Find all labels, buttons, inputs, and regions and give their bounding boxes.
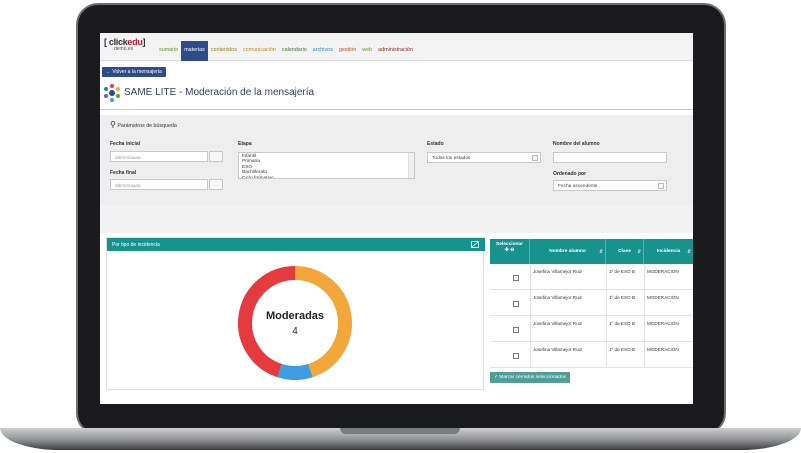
nav-item-3[interactable]: comunicación [240,41,279,61]
donut-center-value: 4 [292,326,298,337]
logo-suffix: ] [142,37,146,47]
nav-item-5[interactable]: archivos [310,41,336,61]
back-button-label: Volver a la mensajería [112,69,162,75]
estado-select[interactable]: Todos los estados [427,152,541,163]
nav-item-0[interactable]: sumario [156,41,181,61]
donut-segment-1[interactable] [277,363,313,380]
donut-center-label: Moderadas [265,310,325,322]
estado-value: Todos los estados [432,156,471,161]
select-all-icons[interactable]: ✚ ⊖ [490,247,529,253]
nav-item-1[interactable]: materias [181,41,208,61]
nav-item-2[interactable]: contenidos [208,41,240,61]
mark-closed-button[interactable]: ✓ Marcar cerrados seleccionados [490,372,571,383]
laptop-stage: [ clickedu] demo.es sumario materias conte… [0,0,801,453]
column-divider [530,264,531,368]
fecha-inicial-label: Fecha inicial [110,141,141,147]
header-divider [100,109,693,110]
screen: [ clickedu] demo.es sumario materias conte… [100,33,693,404]
back-to-messaging-button[interactable]: ← Volver a la mensajería [102,67,166,77]
laptop-notch [340,428,460,434]
cell-incidencia: MODERACIÓN [647,347,679,352]
column-divider [606,264,607,368]
header-clase-label: Clase [618,249,631,254]
table-row: Josefina Villamejor Ruiz 1º de ESO B MODER… [490,290,693,316]
header-clase[interactable]: Clase ⇵ [606,239,644,264]
estado-label: Estado [427,141,444,147]
sort-icon: ⇵ [637,249,641,254]
filters-footer [100,205,693,233]
search-parameters-label: Parámetros de búsqueda [117,123,177,129]
table-row: Josefina Villamejor Ruiz 1º de ESO B MODER… [490,264,693,290]
calendar-icon[interactable] [209,179,223,190]
etapa-label: Etapa [238,141,252,147]
sort-icon: ⇵ [687,249,691,254]
row-checkbox[interactable] [513,301,519,307]
nav-item-7[interactable]: web [359,41,375,61]
row-checkbox[interactable] [513,327,519,333]
incidents-table: Seleccionar ✚ ⊖ Nombre alumno ⇵ Clase ⇵ In… [490,239,693,369]
table-row: Josefina Villamejor Ruiz 1º de ESO B MODER… [490,316,693,342]
nav-item-4[interactable]: calendario [279,41,310,61]
row-checkbox[interactable] [513,275,519,281]
search-zoom-icon: ⚲ [110,120,116,129]
chevron-down-icon [658,183,664,189]
cell-nombre: Josefina Villamejor Ruiz [533,321,582,326]
same-lite-icon [104,84,120,102]
chart-panel-title: Por tipo de incidencia [112,242,160,248]
fecha-inicial-placeholder: dd/mm/aaaa [115,155,141,160]
cell-incidencia: MODERACIÓN [647,295,679,300]
header-incidencia-label: Incidencia [656,249,681,254]
ordenado-por-select[interactable]: Fecha ascendente [553,180,667,191]
nav-item-8[interactable]: administración [375,41,416,61]
main-nav: sumario materias contenidos comunicación cal… [156,41,416,61]
fecha-final-placeholder: dd/mm/aaaa [115,183,141,188]
cell-clase: 1º de ESO B [609,295,635,300]
cell-clase: 1º de ESO B [609,321,635,326]
chart-panel-header: Por tipo de incidencia [107,238,485,251]
header-incidencia[interactable]: Incidencia ⇵ [644,239,693,264]
etapa-scrollbar[interactable] [408,153,414,178]
row-checkbox[interactable] [513,353,519,359]
fecha-final-input[interactable]: dd/mm/aaaa [110,179,208,190]
chevron-down-icon [532,155,538,161]
table-row: Josefina Villamejor Ruiz 1º de ESO B MODER… [490,342,693,368]
page-title: SAME LITE - Moderación de la mensajería [124,87,315,98]
column-divider [644,264,645,368]
search-parameters-panel: ⚲ Parámetros de búsqueda Fecha inicial d… [100,115,693,205]
header-select[interactable]: Seleccionar ✚ ⊖ [490,239,530,264]
clickedu-logo[interactable]: [ clickedu] demo.es [104,37,156,57]
calendar-icon[interactable] [209,151,223,162]
etapa-option[interactable]: Ciclo formativo [242,176,411,178]
table-header: Seleccionar ✚ ⊖ Nombre alumno ⇵ Clase ⇵ In… [490,239,693,264]
fecha-inicial-input[interactable]: dd/mm/aaaa [110,151,208,162]
header-nombre-label: Nombre alumno [549,249,586,254]
cell-incidencia: MODERACIÓN [647,269,679,274]
page-header: ← Volver a la mensajería SAME LITE - Mod… [100,61,693,109]
settings-icon[interactable] [471,241,479,248]
nav-item-6[interactable]: gestión [336,41,359,61]
ordenado-por-value: Fecha ascendente [558,184,598,189]
ordenado-por-label: Ordenado por [553,171,587,177]
top-navigation: [ clickedu] demo.es sumario materias conte… [100,33,693,61]
etapa-listbox[interactable]: Infantil Primaria ESO Bachillerato Ciclo for… [238,152,415,179]
search-parameters-title[interactable]: ⚲ Parámetros de búsqueda [110,120,177,129]
fecha-final-label: Fecha final [110,170,137,176]
mark-closed-label: Marcar cerrados seleccionados [499,375,567,380]
cell-nombre: Josefina Villamejor Ruiz [533,295,582,300]
cell-clase: 1º de ESO B [609,269,635,274]
cell-nombre: Josefina Villamejor Ruiz [533,269,582,274]
nombre-alumno-label: Nombre del alumno [553,141,600,147]
chart-panel: Por tipo de incidencia Moderadas 4 [106,237,485,390]
cell-incidencia: MODERACIÓN [647,321,679,326]
cell-nombre: Josefina Villamejor Ruiz [533,347,582,352]
incidence-donut-chart [238,266,352,380]
header-nombre[interactable]: Nombre alumno ⇵ [530,239,606,264]
nombre-alumno-input[interactable] [553,152,667,163]
sort-icon: ⇵ [599,249,603,254]
cell-clase: 1º de ESO B [609,347,635,352]
